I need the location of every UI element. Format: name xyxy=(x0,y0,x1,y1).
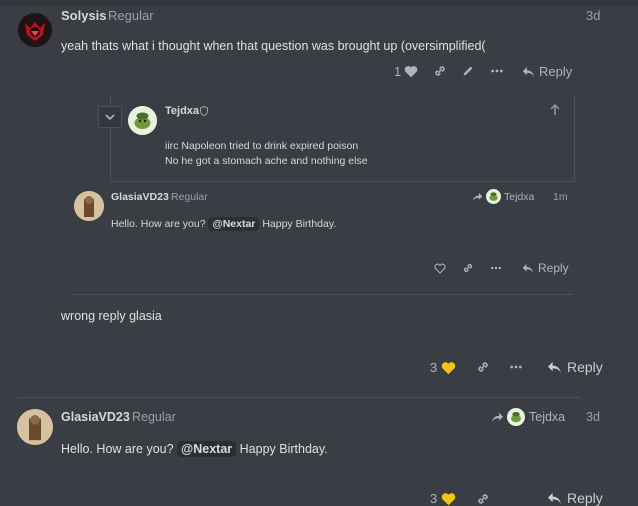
reply-icon xyxy=(522,263,534,274)
embedded-body-pre: Hello. How are you? xyxy=(111,218,206,230)
post2-body: Hello. How are you? @Nextar Happy Birthd… xyxy=(61,441,328,457)
post1-cont-reply-button[interactable]: Reply xyxy=(547,359,603,375)
embedded-username[interactable]: GlasiaVD23 xyxy=(111,191,169,203)
post2-mention[interactable]: @Nextar xyxy=(177,441,237,457)
embedded-like-button[interactable] xyxy=(434,263,446,274)
post1-body: yeah thats what i thought when that ques… xyxy=(61,39,486,53)
embedded-time[interactable]: 1m xyxy=(553,191,568,203)
embedded-reply-label: Reply xyxy=(538,261,569,275)
avatar-tejdxa-small xyxy=(486,189,501,204)
link-icon xyxy=(433,64,447,78)
heart-icon xyxy=(404,65,418,78)
post1-link-button[interactable] xyxy=(433,64,447,78)
avatar-solysis[interactable] xyxy=(18,13,52,47)
post1-like-count: 1 xyxy=(394,64,402,79)
post1-cont-like-count: 3 xyxy=(430,360,438,375)
post2-like-button[interactable]: 3 xyxy=(430,491,456,506)
ellipsis-icon xyxy=(490,64,504,78)
avatar-tejdxa-small xyxy=(507,408,525,426)
link-icon xyxy=(476,360,490,374)
post2-body-post: Happy Birthday. xyxy=(239,442,328,456)
post1-cont-like-button[interactable]: 3 xyxy=(430,360,456,375)
reply-arrow-icon xyxy=(491,412,504,423)
reply-icon xyxy=(522,66,535,78)
post1-cont-link-button[interactable] xyxy=(476,360,490,374)
post1-cont-body: wrong reply glasia xyxy=(61,309,162,323)
embedded-more-button[interactable] xyxy=(490,262,502,274)
post2-reply-button[interactable]: Reply xyxy=(547,490,603,506)
avatar-glasia[interactable] xyxy=(17,409,53,445)
ellipsis-icon xyxy=(509,360,523,374)
quote-line-1: iirc Napoleon tried to drink expired poi… xyxy=(165,140,359,152)
ellipsis-icon xyxy=(490,262,502,274)
post1-reply-label: Reply xyxy=(539,64,573,79)
embedded-divider xyxy=(72,294,573,295)
link-icon xyxy=(476,492,490,506)
top-divider xyxy=(0,0,638,6)
reply-icon xyxy=(547,492,562,505)
embedded-link-button[interactable] xyxy=(462,262,474,274)
embedded-mention[interactable]: @Nextar xyxy=(208,217,260,231)
post2-reply-label: Reply xyxy=(567,490,603,506)
chevron-down-icon xyxy=(105,113,115,121)
post2-user-title: Regular xyxy=(132,410,176,424)
post2-time[interactable]: 3d xyxy=(586,410,600,424)
shield-icon xyxy=(200,106,208,116)
post2-like-count: 3 xyxy=(430,491,438,506)
embedded-body-post: Happy Birthday. xyxy=(262,218,337,230)
post2-reply-to-name: Tejdxa xyxy=(529,410,566,424)
reply-arrow-icon xyxy=(472,192,483,202)
link-icon xyxy=(462,262,474,274)
post1-time[interactable]: 3d xyxy=(586,8,600,23)
heart-icon xyxy=(441,361,456,375)
post-divider xyxy=(18,397,580,398)
embedded-user-title: Regular xyxy=(171,191,208,203)
post1-more-button[interactable] xyxy=(490,64,504,78)
post2-body-pre: Hello. How are you? xyxy=(61,442,174,456)
post2-link-button[interactable] xyxy=(476,492,490,506)
post1-reply-button[interactable]: Reply xyxy=(522,64,572,79)
post2-username[interactable]: GlasiaVD23 xyxy=(61,410,130,424)
arrow-up-icon xyxy=(550,104,560,116)
quote-jump-button[interactable] xyxy=(550,104,560,116)
heart-outline-icon xyxy=(434,263,446,274)
post1-username[interactable]: Solysis xyxy=(61,8,107,23)
embedded-body: Hello. How are you? @Nextar Happy Birthd… xyxy=(111,217,337,231)
post1-cont-reply-label: Reply xyxy=(567,359,603,375)
avatar-tejdxa-quote[interactable] xyxy=(128,106,157,135)
post2-reply-to[interactable]: Tejdxa xyxy=(491,408,565,426)
embedded-reply-to[interactable]: Tejdxa xyxy=(472,189,534,204)
post1-like-button[interactable]: 1 xyxy=(394,64,418,79)
embedded-reply-to-name: Tejdxa xyxy=(504,190,535,203)
heart-icon xyxy=(441,492,456,506)
post1-user-title: Regular xyxy=(108,8,154,23)
post1-edit-button[interactable] xyxy=(461,64,475,78)
embedded-reply-button[interactable]: Reply xyxy=(522,261,569,275)
post1-cont-more-button[interactable] xyxy=(509,360,523,374)
quote-username[interactable]: Tejdxa xyxy=(165,105,199,117)
quote-expand-button[interactable] xyxy=(98,106,122,128)
avatar-glasia-embedded[interactable] xyxy=(74,191,104,221)
reply-icon xyxy=(547,361,562,374)
quote-line-2: No he got a stomach ache and nothing els… xyxy=(165,155,368,167)
pencil-icon xyxy=(461,64,475,78)
